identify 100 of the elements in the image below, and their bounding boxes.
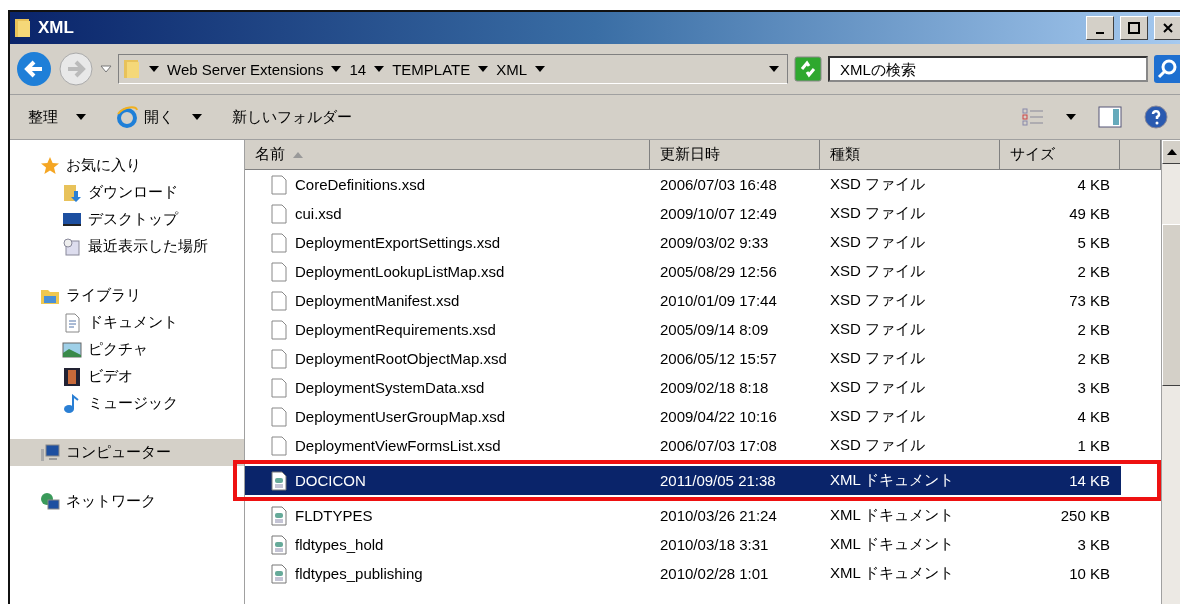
file-name: fldtypes_publishing bbox=[295, 565, 423, 582]
file-row[interactable]: DeploymentExportSettings.xsd 2009/03/02 9:33 XSD ファイル 5 KB bbox=[245, 228, 1121, 257]
file-row[interactable]: DeploymentSystemData.xsd 2009/02/18 8:18 XSD ファイル 3 KB bbox=[245, 373, 1121, 402]
size-cell-text: 2 KB bbox=[1076, 321, 1111, 338]
file-row[interactable]: DeploymentRequirements.xsd 2005/09/14 8:09 XSD ファイル 2 KB bbox=[245, 315, 1121, 344]
star-icon bbox=[40, 155, 60, 176]
search-icon[interactable] bbox=[1154, 55, 1180, 83]
type-cell-text: XSD ファイル bbox=[829, 233, 926, 252]
sidebar-item[interactable]: ドキュメント bbox=[10, 309, 244, 336]
caret-icon bbox=[374, 66, 385, 72]
type-cell-text: XSD ファイル bbox=[829, 378, 926, 397]
toolbar-button[interactable]: 開く bbox=[112, 102, 206, 132]
date-cell-text: 2011/09/05 21:38 bbox=[659, 472, 777, 489]
sidebar-item[interactable]: ピクチャ bbox=[10, 336, 244, 363]
sidebar-item[interactable]: 最近表示した場所 bbox=[10, 233, 244, 260]
file-row[interactable]: CoreDefinitions.xsd 2006/07/03 16:48 XSD ファイル 4 KB bbox=[245, 170, 1121, 199]
type-cell-text: XSD ファイル bbox=[829, 175, 926, 194]
caret-icon bbox=[192, 114, 202, 120]
column-header[interactable]: サイズ bbox=[1000, 140, 1120, 170]
column-header[interactable]: 更新日時 bbox=[650, 140, 820, 170]
file-icon bbox=[271, 348, 287, 369]
file-row[interactable]: DOCICON 2011/09/05 21:38 XML ドキュメント 14 KB bbox=[245, 466, 1121, 495]
type-cell-text: XSD ファイル bbox=[829, 262, 926, 281]
sidebar-item[interactable]: コンピューター bbox=[10, 439, 244, 466]
date-cell-text: 2005/09/14 8:09 bbox=[659, 321, 770, 338]
file-icon bbox=[271, 319, 287, 340]
sidebar-item[interactable]: ビデオ bbox=[10, 363, 244, 390]
scrollbar[interactable] bbox=[1161, 140, 1180, 604]
type-cell-text: XML ドキュメント bbox=[829, 506, 956, 525]
file-name: DeploymentUserGroupMap.xsd bbox=[295, 408, 506, 425]
file-row[interactable]: DeploymentViewFormsList.xsd 2006/07/03 17:08 XSD ファイル 1 KB bbox=[245, 431, 1121, 460]
file-row[interactable]: DeploymentLookupListMap.xsd 2005/08/29 12:56 XSD ファイル 2 KB bbox=[245, 257, 1121, 286]
minimize-icon bbox=[1096, 32, 1104, 34]
sidebar-item[interactable]: ミュージック bbox=[10, 390, 244, 417]
date-cell-text: 2006/05/12 15:57 bbox=[659, 350, 778, 367]
sidebar-item[interactable]: ネットワーク bbox=[10, 488, 244, 515]
caret-icon bbox=[769, 66, 779, 72]
close-button[interactable] bbox=[1154, 16, 1180, 40]
sidebar-item[interactable]: デスクトップ bbox=[10, 206, 244, 233]
file-row[interactable]: DeploymentManifest.xsd 2010/01/09 17:44 XSD ファイル 73 KB bbox=[245, 286, 1121, 315]
file-icon bbox=[271, 232, 287, 253]
date-cell-text: 2009/02/18 8:18 bbox=[659, 379, 770, 396]
date-cell-text: 2010/03/18 3:31 bbox=[659, 536, 770, 553]
breadcrumb-segment[interactable]: 14 bbox=[349, 60, 367, 78]
sidebar-item[interactable]: ライブラリ bbox=[10, 282, 244, 309]
date-cell-text: 2010/03/26 21:24 bbox=[659, 507, 778, 524]
toolbar-button[interactable]: 整理 bbox=[24, 103, 90, 131]
breadcrumb-segment[interactable]: XML bbox=[496, 60, 528, 78]
scroll-up-icon[interactable] bbox=[1167, 149, 1177, 155]
folder-download-icon bbox=[62, 182, 82, 203]
size-cell-text: 10 KB bbox=[1068, 565, 1111, 582]
folder-icon bbox=[14, 17, 32, 39]
address-bar[interactable]: Web Server Extensions 14 TEMPLATE XML bbox=[118, 54, 788, 84]
preview-pane-icon[interactable] bbox=[1098, 106, 1122, 128]
file-icon bbox=[271, 406, 287, 427]
recent-places-icon bbox=[62, 236, 82, 257]
file-row[interactable]: cui.xsd 2009/10/07 12:49 XSD ファイル 49 KB bbox=[245, 199, 1121, 228]
search-field[interactable]: XMLの検索 bbox=[828, 56, 1148, 82]
refresh-button[interactable] bbox=[794, 56, 822, 82]
toolbar-button[interactable]: 新しいフォルダー bbox=[228, 103, 356, 131]
caret-icon bbox=[149, 66, 159, 72]
file-name: DeploymentManifest.xsd bbox=[295, 292, 460, 309]
xml-file-icon bbox=[271, 563, 287, 584]
file-name: DeploymentViewFormsList.xsd bbox=[295, 437, 501, 454]
file-name: DeploymentExportSettings.xsd bbox=[295, 234, 501, 251]
sidebar-item[interactable]: お気に入り bbox=[10, 152, 244, 179]
caret-icon bbox=[76, 114, 86, 120]
size-cell-text: 3 KB bbox=[1076, 379, 1111, 396]
type-cell-text: XSD ファイル bbox=[829, 407, 926, 426]
file-icon bbox=[271, 435, 287, 456]
size-cell-text: 3 KB bbox=[1076, 536, 1111, 553]
history-caret-icon[interactable] bbox=[100, 65, 112, 73]
file-name: CoreDefinitions.xsd bbox=[295, 176, 426, 193]
sidebar-item[interactable]: ダウンロード bbox=[10, 179, 244, 206]
back-button[interactable] bbox=[16, 51, 52, 87]
file-name: fldtypes_hold bbox=[295, 536, 384, 553]
type-cell-text: XSD ファイル bbox=[829, 320, 926, 339]
file-row[interactable]: fldtypes_hold 2010/03/18 3:31 XML ドキュメント 3 KB bbox=[245, 530, 1121, 559]
date-cell-text: 2009/04/22 10:16 bbox=[659, 408, 778, 425]
breadcrumb-segment[interactable]: TEMPLATE bbox=[392, 60, 471, 78]
column-header[interactable]: 種類 bbox=[820, 140, 1000, 170]
close-icon bbox=[1163, 23, 1173, 33]
file-row[interactable]: DeploymentRootObjectMap.xsd 2006/05/12 15:57 XSD ファイル 2 KB bbox=[245, 344, 1121, 373]
file-name: DeploymentLookupListMap.xsd bbox=[295, 263, 505, 280]
date-cell-text: 2009/03/02 9:33 bbox=[659, 234, 770, 251]
breadcrumb-segment[interactable]: Web Server Extensions bbox=[167, 60, 324, 78]
file-row[interactable]: fldtypes_publishing 2010/02/28 1:01 XML ドキュメント 10 KB bbox=[245, 559, 1121, 588]
type-cell-text: XSD ファイル bbox=[829, 204, 926, 223]
network-icon bbox=[40, 491, 60, 512]
file-icon bbox=[271, 203, 287, 224]
column-header[interactable]: 名前 bbox=[245, 140, 650, 170]
file-icon bbox=[271, 174, 287, 195]
file-row[interactable]: DeploymentUserGroupMap.xsd 2009/04/22 10:16 XSD ファイル 4 KB bbox=[245, 402, 1121, 431]
minimize-button[interactable] bbox=[1086, 16, 1114, 40]
maximize-button[interactable] bbox=[1120, 16, 1148, 40]
size-cell-text: 14 KB bbox=[1068, 472, 1111, 489]
file-name: DeploymentRequirements.xsd bbox=[295, 321, 496, 338]
help-icon[interactable] bbox=[1144, 105, 1168, 129]
file-row[interactable]: FLDTYPES 2010/03/26 21:24 XML ドキュメント 250 KB bbox=[245, 501, 1121, 530]
size-cell-text: 5 KB bbox=[1076, 234, 1111, 251]
